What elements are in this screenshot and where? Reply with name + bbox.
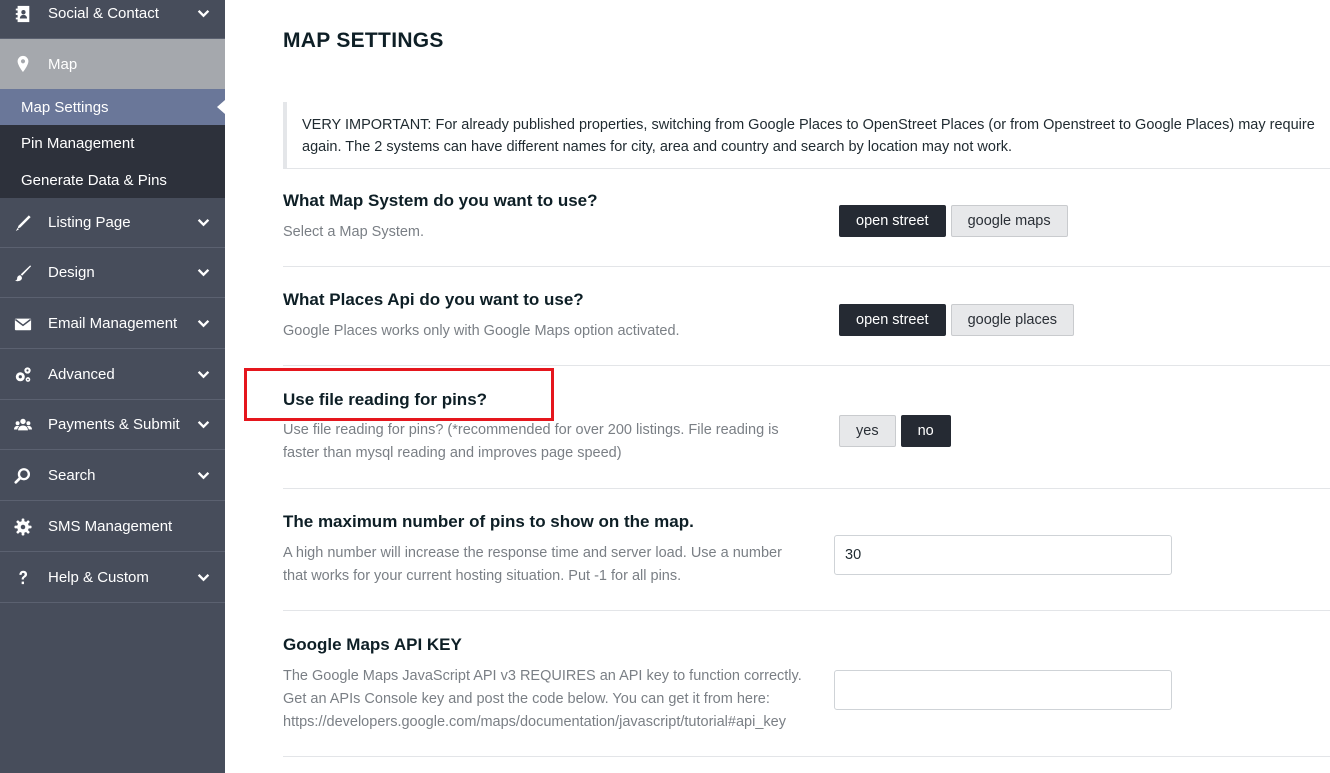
question-icon xyxy=(13,568,33,588)
gear-icon xyxy=(13,517,33,537)
map-system-open-street-button[interactable]: open street xyxy=(839,205,946,237)
chevron-down-icon xyxy=(197,469,211,483)
sidebar-item-label: Social & Contact xyxy=(48,5,159,22)
pencil-icon xyxy=(13,213,33,233)
sidebar-item-design[interactable]: Design xyxy=(0,248,225,298)
places-api-open-street-button[interactable]: open street xyxy=(839,304,946,336)
max-pins-description: A high number will increase the response… xyxy=(283,542,782,588)
map-submenu: Map Settings Pin Management Generate Dat… xyxy=(0,89,225,198)
description-line: Use file reading for pins? (*recommended… xyxy=(283,422,779,438)
sidebar-item-email-management[interactable]: Email Management xyxy=(0,299,225,349)
sidebar-item-sms-management[interactable]: SMS Management xyxy=(0,502,225,552)
admin-sidebar: Social & Contact Map Map Settings Pin Ma… xyxy=(0,0,225,773)
page-title: MAP SETTINGS xyxy=(283,29,444,52)
description-line: https://developers.google.com/maps/docum… xyxy=(283,714,786,730)
description-line: A high number will increase the response… xyxy=(283,545,782,561)
important-notice: VERY IMPORTANT: For already published pr… xyxy=(283,102,1330,168)
sidebar-item-label: Design xyxy=(48,264,95,281)
description-line: faster than mysql reading and improves p… xyxy=(283,445,622,461)
map-system-google-maps-button[interactable]: google maps xyxy=(950,205,1068,237)
contact-card-icon xyxy=(13,4,33,24)
places-api-toggle: open street google places xyxy=(839,304,1075,336)
sidebar-item-label: Map xyxy=(48,55,78,73)
max-pins-input[interactable] xyxy=(834,535,1172,575)
sidebar-item-help-custom[interactable]: Help & Custom xyxy=(0,553,225,603)
chevron-down-icon xyxy=(197,418,211,432)
submenu-item-generate-data-pins[interactable]: Generate Data & Pins xyxy=(0,162,225,198)
users-icon xyxy=(13,415,33,435)
sidebar-item-label: Payments & Submit xyxy=(48,416,180,433)
brush-icon xyxy=(13,263,33,283)
map-system-description: Select a Map System. xyxy=(283,224,425,240)
map-system-title: What Map System do you want to use? xyxy=(283,191,598,210)
chevron-down-icon xyxy=(197,368,211,382)
sidebar-item-label: SMS Management xyxy=(48,518,173,535)
places-api-description: Google Places works only with Google Map… xyxy=(283,323,680,339)
file-reading-description: Use file reading for pins? (*recommended… xyxy=(283,419,779,465)
api-key-title: Google Maps API KEY xyxy=(283,635,462,654)
divider xyxy=(283,610,1330,611)
sidebar-item-map[interactable]: Map xyxy=(0,39,225,89)
sidebar-item-label: Advanced xyxy=(48,366,115,383)
divider xyxy=(283,365,1330,366)
gears-icon xyxy=(13,365,33,385)
places-api-google-places-button[interactable]: google places xyxy=(950,304,1075,336)
google-maps-api-key-input[interactable] xyxy=(834,670,1172,710)
sidebar-item-payments-submit[interactable]: Payments & Submit xyxy=(0,400,225,450)
max-pins-title: The maximum number of pins to show on th… xyxy=(283,512,694,531)
notice-line: again. The 2 systems can have different … xyxy=(302,139,1013,155)
description-line: Get an APIs Console key and post the cod… xyxy=(283,691,770,707)
sidebar-item-listing-page[interactable]: Listing Page xyxy=(0,198,225,248)
chevron-down-icon xyxy=(197,571,211,585)
notice-line: VERY IMPORTANT: For already published pr… xyxy=(302,117,1315,133)
divider xyxy=(283,488,1330,489)
chevron-down-icon xyxy=(197,266,211,280)
places-api-title: What Places Api do you want to use? xyxy=(283,290,584,309)
divider xyxy=(283,266,1330,267)
search-icon xyxy=(13,466,33,486)
envelope-icon xyxy=(13,314,33,334)
highlight-annotation-box xyxy=(244,368,554,421)
sidebar-item-label: Listing Page xyxy=(48,214,131,231)
chevron-down-icon xyxy=(197,216,211,230)
file-reading-yes-button[interactable]: yes xyxy=(839,415,896,447)
chevron-down-icon xyxy=(197,317,211,331)
sidebar-item-label: Search xyxy=(48,467,96,484)
map-system-toggle: open street google maps xyxy=(839,205,1068,237)
divider xyxy=(283,168,1330,169)
map-pin-icon xyxy=(13,54,33,74)
sidebar-item-social-contact[interactable]: Social & Contact xyxy=(0,0,225,39)
submenu-item-map-settings[interactable]: Map Settings xyxy=(0,89,225,125)
description-line: The Google Maps JavaScript API v3 REQUIR… xyxy=(283,668,802,684)
description-line: that works for your current hosting situ… xyxy=(283,568,682,584)
api-key-description: The Google Maps JavaScript API v3 REQUIR… xyxy=(283,665,802,734)
sidebar-item-advanced[interactable]: Advanced xyxy=(0,350,225,400)
file-reading-no-button[interactable]: no xyxy=(900,415,951,447)
file-reading-toggle: yes no xyxy=(839,415,951,447)
sidebar-item-label: Email Management xyxy=(48,315,178,332)
chevron-down-icon xyxy=(197,7,211,21)
submenu-item-pin-management[interactable]: Pin Management xyxy=(0,125,225,161)
sidebar-item-search[interactable]: Search xyxy=(0,451,225,501)
sidebar-item-label: Help & Custom xyxy=(48,569,149,586)
divider xyxy=(283,756,1330,757)
